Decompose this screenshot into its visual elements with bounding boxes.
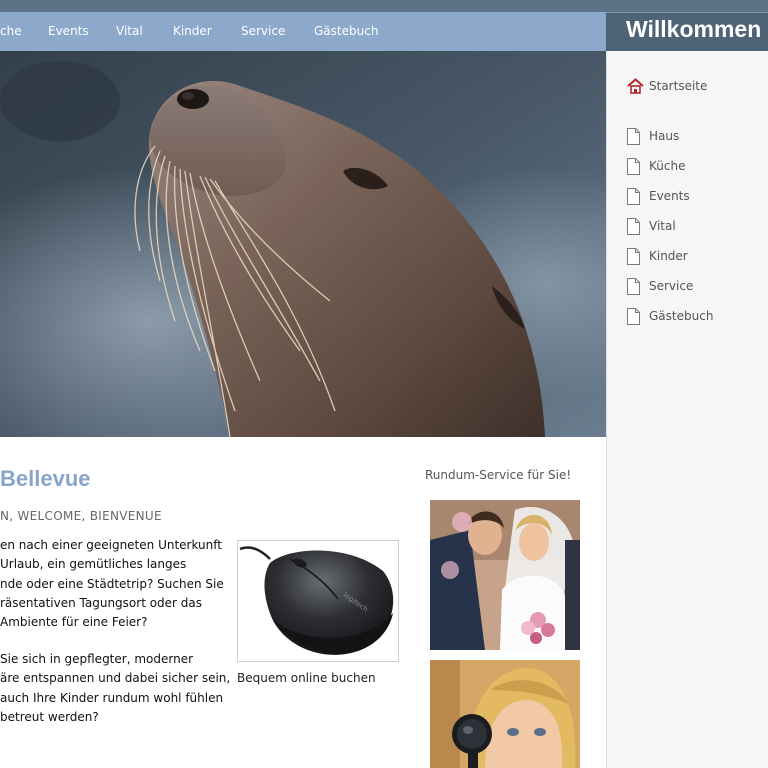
sidebar-item-label: Service [649,279,694,293]
mouse-caption: Bequem online buchen [237,671,376,685]
page-icon [627,187,642,205]
nav-item-kinder[interactable]: Kinder [173,12,212,51]
sidebar-item-label: Küche [649,159,686,173]
sidebar-item-gaestebuch[interactable]: Gästebuch [627,306,713,326]
sidebar-item-label: Haus [649,129,680,143]
intro-paragraph-2: Sie sich in gepflegter, moderner äre ent… [0,650,231,727]
sidebar-item-label: Events [649,189,690,203]
welcome-subheading: N, WELCOME, BIENVENUE [0,509,162,523]
page-icon [627,247,642,265]
nav-item-gaestebuch[interactable]: Gästebuch [314,12,378,51]
paragraph-line: Urlaub, ein gemütliches langes [0,557,187,572]
sidebar: Startseite Haus Küche Events Vital Kinde… [606,51,768,768]
top-strip [0,0,768,12]
paragraph-line: auch Ihre Kinder rundum wohl fühlen [0,690,224,705]
page-title: Bellevue [0,466,91,491]
paragraph-line: äre entspannen und dabei sicher sein, [0,671,231,686]
page-icon [627,277,642,295]
paragraph-line: en nach einer geeigneten Unterkunft [0,538,222,552]
sidebar-item-haus[interactable]: Haus [627,126,679,146]
welcome-title: Willkommen [626,16,762,42]
sidebar-item-label: Startseite [649,79,708,93]
intro-paragraph-1: en nach einer geeigneten Unterkunft Urla… [0,536,226,632]
paragraph-line: Sie sich in gepflegter, moderner [0,652,194,666]
page-icon [627,157,642,175]
sidebar-item-events[interactable]: Events [627,186,690,206]
nav-item-vital[interactable]: Vital [116,12,143,51]
wedding-couple-photo[interactable] [430,500,580,650]
computer-mouse-image[interactable]: logitech [237,540,399,662]
nav-item-kueche[interactable]: che [0,12,22,51]
sidebar-item-label: Kinder [649,249,688,263]
nav-item-service[interactable]: Service [241,12,285,51]
page-icon [627,217,642,235]
sidebar-item-kinder[interactable]: Kinder [627,246,688,266]
sidebar-item-label: Gästebuch [649,309,714,323]
sidebar-item-label: Vital [649,219,676,233]
main-navigation: che Events Vital Kinder Service Gästebuc… [0,12,606,51]
sidebar-item-vital[interactable]: Vital [627,216,676,236]
paragraph-line: betreut werden? [0,709,99,724]
sidebar-item-service[interactable]: Service [627,276,693,296]
hero-image-sea-lion [0,51,606,437]
sidebar-item-startseite[interactable]: Startseite [627,76,707,96]
paragraph-line: Ambiente für eine Feier? [0,615,148,630]
paragraph-line: räsentativen Tagungsort oder das [0,595,203,610]
beauty-mirror-photo[interactable] [430,660,580,768]
service-title: Rundum-Service für Sie! [425,468,572,482]
house-icon [627,77,644,95]
page-icon [627,307,642,325]
sidebar-item-kueche[interactable]: Küche [627,156,685,176]
page-icon [627,127,642,145]
welcome-bar: Willkommen [606,12,768,51]
paragraph-line: nde oder eine Städtetrip? Suchen Sie [0,576,224,591]
nav-item-events[interactable]: Events [48,12,89,51]
